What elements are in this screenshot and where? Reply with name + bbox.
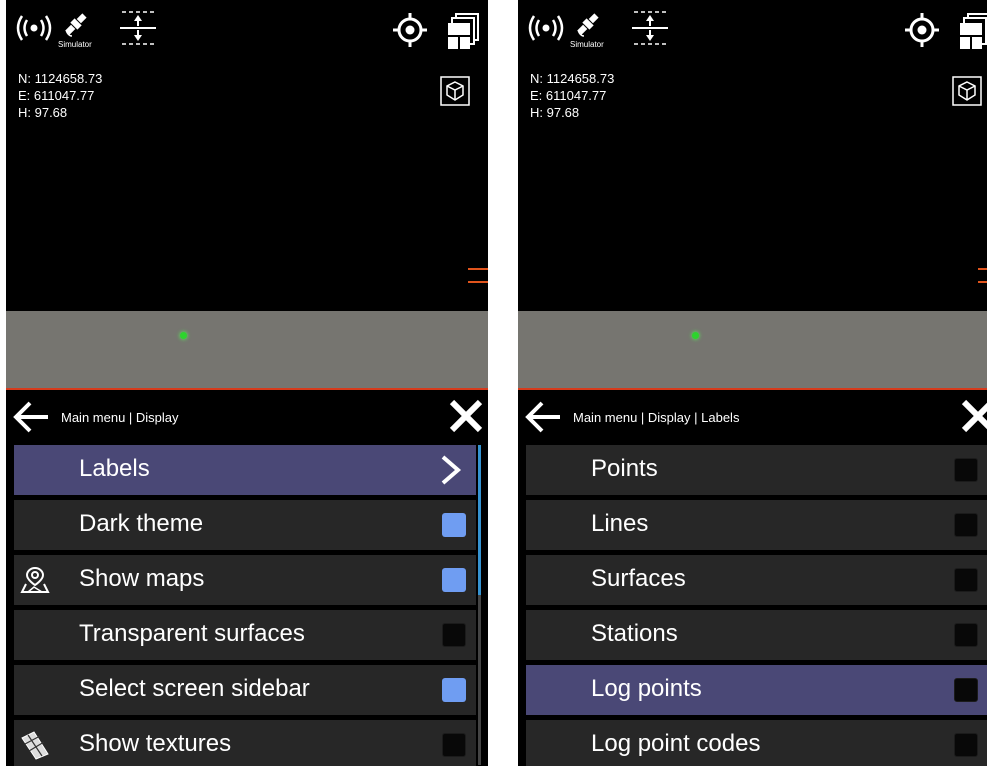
menu-item-log-point-codes[interactable]: Log point codes: [526, 720, 987, 766]
height: H: 97.68: [18, 105, 68, 120]
right-screen: Simulator N: 1124658.73 E: 611047.77 H: …: [518, 0, 987, 766]
menu-item-label: Transparent surfaces: [79, 620, 305, 647]
menu-item-label: Select screen sidebar: [79, 675, 310, 702]
menu-item-show-maps[interactable]: Show maps: [14, 555, 476, 605]
northing: N: 1124658.73: [18, 71, 103, 86]
breadcrumb: Main menu | Display | Labels: [573, 410, 740, 425]
menu-item-label: Dark theme: [79, 510, 204, 537]
surfaces-checkbox[interactable]: [954, 568, 978, 592]
menu-item-transparent-surfaces[interactable]: Transparent surfaces: [14, 610, 476, 660]
points-checkbox[interactable]: [954, 458, 978, 482]
edge-marker: [978, 268, 987, 270]
current-position-marker: [692, 332, 699, 339]
menu-item-log-points[interactable]: Log points: [526, 665, 987, 715]
coordinate-readout: N: 1124658.73 E: 611047.77 H: 97.68: [530, 70, 614, 121]
dark-theme-checkbox[interactable]: [442, 513, 466, 537]
back-arrow-icon[interactable]: [522, 399, 562, 435]
left-screen: Simulator N: 1124658.73 E: 611047.77 H: …: [6, 0, 488, 766]
menu-item-stations[interactable]: Stations: [526, 610, 987, 660]
current-position-marker: [180, 332, 187, 339]
edge-marker: [978, 281, 987, 283]
horizon-line: [518, 388, 987, 390]
locate-target-icon[interactable]: [904, 12, 940, 48]
menu-item-show-textures[interactable]: Show textures: [14, 720, 476, 766]
menu-item-label: Show maps: [79, 565, 205, 592]
horizon-line: [6, 388, 488, 390]
show-textures-checkbox[interactable]: [442, 733, 466, 757]
height-offset-icon[interactable]: [114, 8, 162, 48]
gnss-signal-icon[interactable]: [14, 10, 54, 46]
locate-target-icon[interactable]: [392, 12, 428, 48]
3d-view-cube-icon[interactable]: [440, 76, 470, 106]
texture-mesh-icon: [21, 731, 49, 760]
menu-item-dark-theme[interactable]: Dark theme: [14, 500, 476, 550]
log-point-codes-checkbox[interactable]: [954, 733, 978, 757]
satellite-icon[interactable]: [572, 8, 604, 40]
gnss-signal-icon[interactable]: [526, 10, 566, 46]
close-icon[interactable]: [958, 396, 987, 436]
easting: E: 611047.77: [18, 88, 95, 103]
layers-icon[interactable]: [958, 12, 987, 50]
scrollbar-thumb[interactable]: [478, 445, 481, 595]
menu-item-select-screen-sidebar[interactable]: Select screen sidebar: [14, 665, 476, 715]
simulator-label: Simulator: [570, 40, 604, 49]
edge-marker: [468, 281, 488, 283]
show-maps-checkbox[interactable]: [442, 568, 466, 592]
height: H: 97.68: [530, 105, 580, 120]
select-screen-sidebar-checkbox[interactable]: [442, 678, 466, 702]
menu-item-label: Show textures: [79, 730, 232, 757]
northing: N: 1124658.73: [530, 71, 615, 86]
layers-icon[interactable]: [446, 12, 480, 50]
terrain-edge: [6, 311, 488, 323]
menu-item-label: Surfaces: [591, 565, 686, 592]
menu-item-label: Labels: [79, 455, 150, 482]
close-icon[interactable]: [446, 396, 486, 436]
status-bar: Simulator: [518, 0, 987, 62]
menu-item-labels[interactable]: Labels: [14, 445, 476, 495]
status-bar: Simulator: [6, 0, 488, 62]
menu-item-label: Log point codes: [591, 730, 761, 757]
coordinate-readout: N: 1124658.73 E: 611047.77 H: 97.68: [18, 70, 102, 121]
simulator-label: Simulator: [58, 40, 92, 49]
3d-view-cube-icon[interactable]: [952, 76, 982, 106]
easting: E: 611047.77: [530, 88, 607, 103]
map-pin-icon: [20, 566, 50, 593]
lines-checkbox[interactable]: [954, 513, 978, 537]
menu-item-label: Log points: [591, 675, 702, 702]
menu-item-lines[interactable]: Lines: [526, 500, 987, 550]
menu-item-label: Lines: [591, 510, 649, 537]
height-offset-icon[interactable]: [626, 8, 674, 48]
transparent-surfaces-checkbox[interactable]: [442, 623, 466, 647]
breadcrumb: Main menu | Display: [61, 410, 179, 425]
satellite-icon[interactable]: [60, 8, 92, 40]
labels-menu-list: Points Lines Surfaces Stations Log point…: [526, 445, 987, 766]
edge-marker: [468, 268, 488, 270]
back-arrow-icon[interactable]: [10, 399, 50, 435]
stations-checkbox[interactable]: [954, 623, 978, 647]
log-points-checkbox[interactable]: [954, 678, 978, 702]
menu-item-label: Stations: [591, 620, 678, 647]
chevron-right-icon: [441, 455, 462, 485]
menu-item-label: Points: [591, 455, 658, 482]
terrain-edge: [518, 311, 987, 323]
display-menu-list: Labels Dark theme Show maps Transparent …: [14, 445, 476, 766]
menu-item-points[interactable]: Points: [526, 445, 987, 495]
menu-item-surfaces[interactable]: Surfaces: [526, 555, 987, 605]
